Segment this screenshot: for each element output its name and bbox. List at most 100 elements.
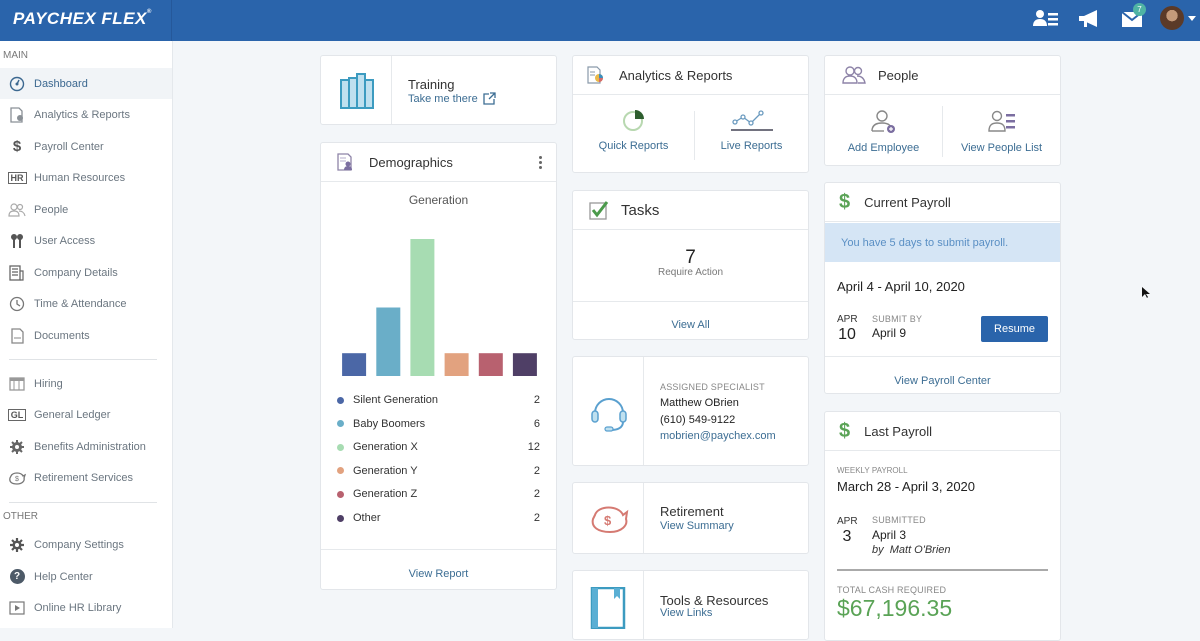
sidebar-item-label: Help Center	[34, 570, 93, 583]
card-divider	[391, 56, 392, 124]
card-divider	[321, 549, 556, 550]
legend-item: Silent Generation 2	[337, 392, 540, 408]
add-employee-button[interactable]: Add Employee	[825, 110, 942, 154]
view-summary-link[interactable]: View Summary	[660, 520, 734, 532]
payroll-type: WEEKLY PAYROLL	[837, 466, 908, 475]
sidebar-item-people[interactable]: People	[0, 194, 172, 225]
section-label-other: OTHER	[3, 511, 38, 522]
demographics-card: Demographics Generation Silent Generatio…	[320, 142, 557, 590]
submitted-by: by Matt O'Brien	[872, 544, 951, 556]
paychex-flex-logo[interactable]: PAYCHEX FLEX®	[13, 9, 152, 29]
legend-dot-icon	[337, 467, 344, 475]
piggy-bank-icon: $	[0, 471, 34, 485]
sidebar-item-benefits-administration[interactable]: Benefits Administration	[0, 431, 172, 462]
sidebar-item-label: Analytics & Reports	[34, 108, 130, 121]
view-links-link[interactable]: View Links	[660, 607, 712, 619]
sidebar-item-label: Company Settings	[34, 538, 124, 551]
add-person-icon	[870, 110, 897, 134]
demographics-icon	[337, 153, 355, 171]
legend-item: Generation Y 2	[337, 463, 540, 479]
avatar[interactable]	[1160, 6, 1184, 30]
submit-by-date: April 9	[872, 326, 907, 340]
tools-title: Tools & Resources	[660, 593, 769, 608]
sidebar-item-human-resources[interactable]: HR Human Resources	[0, 162, 172, 193]
sidebar-item-online-hr-library[interactable]: Online HR Library	[0, 592, 172, 623]
training-title: Training	[408, 77, 455, 92]
card-header: Analytics & Reports	[573, 56, 808, 95]
bar-generation-x[interactable]	[410, 239, 435, 376]
legend-dot-icon	[337, 490, 344, 498]
bar-generation-y[interactable]	[444, 353, 469, 376]
legend-dot-icon	[337, 443, 344, 451]
bar-other[interactable]	[512, 353, 537, 376]
card-divider	[825, 356, 1060, 357]
view-report-link[interactable]: View Report	[321, 564, 556, 582]
training-link[interactable]: Take me there	[408, 92, 496, 105]
bar-baby-boomers[interactable]	[376, 307, 401, 377]
specialist-phone: (610) 549-9122	[660, 414, 736, 426]
retirement-card: $ Retirement View Summary	[572, 482, 809, 554]
sidebar-item-label: Benefits Administration	[34, 440, 146, 453]
card-header: Demographics	[321, 143, 556, 182]
legend-item: Generation X 12	[337, 439, 540, 455]
gl-icon: GL	[0, 408, 34, 421]
quick-reports-button[interactable]: Quick Reports	[573, 108, 694, 152]
live-reports-button[interactable]: Live Reports	[695, 108, 808, 152]
library-icon	[0, 600, 34, 615]
people-list-icon	[987, 110, 1016, 134]
date-day: 3	[842, 528, 852, 545]
mouse-cursor-icon	[1142, 287, 1150, 298]
bar-silent-generation[interactable]	[342, 353, 367, 376]
legend-label: Generation Z	[353, 488, 418, 501]
current-payroll-card: $ Current Payroll You have 5 days to sub…	[824, 182, 1061, 394]
sidebar-item-label: Documents	[34, 329, 90, 342]
svg-text:$: $	[15, 476, 19, 483]
view-all-tasks-link[interactable]: View All	[573, 315, 808, 333]
sidebar-item-label: Online HR Library	[34, 601, 122, 614]
tasks-card: Tasks 7 Require Action View All	[572, 190, 809, 340]
sidebar-item-retirement-services[interactable]: $ Retirement Services	[0, 462, 172, 493]
people-icon	[842, 66, 866, 84]
piggy-bank-icon: $	[589, 503, 629, 535]
sidebar-item-general-ledger[interactable]: GL General Ledger	[0, 399, 172, 430]
clock-icon	[0, 296, 34, 312]
sidebar-item-company-details[interactable]: Company Details	[0, 257, 172, 288]
chevron-down-icon[interactable]	[1188, 16, 1196, 21]
sidebar-item-hiring[interactable]: Hiring	[0, 368, 172, 399]
resume-button[interactable]: Resume	[981, 316, 1048, 342]
dashboard-icon	[0, 76, 34, 92]
sidebar-item-analytics-reports[interactable]: Analytics & Reports	[0, 99, 172, 130]
sidebar-item-label: Dashboard	[34, 77, 88, 90]
benefits-icon	[0, 439, 34, 455]
sidebar-item-documents[interactable]: Documents	[0, 320, 172, 351]
document-icon	[0, 327, 34, 344]
people-list-icon[interactable]	[1033, 8, 1059, 32]
more-options-icon[interactable]	[539, 155, 542, 169]
date-month: APR	[837, 516, 858, 527]
sidebar-item-dashboard[interactable]: Dashboard	[0, 68, 172, 99]
sidebar-item-label: Hiring	[34, 377, 63, 390]
submitted-date: April 3	[872, 528, 907, 542]
view-people-list-button[interactable]: View People List	[943, 110, 1060, 154]
dollar-icon: $	[12, 138, 22, 155]
book-icon	[590, 587, 626, 629]
external-link-icon	[483, 92, 496, 105]
sidebar-item-user-access[interactable]: User Access	[0, 225, 172, 256]
sidebar-item-payroll-center[interactable]: $ Payroll Center	[0, 131, 172, 162]
sidebar-item-help-center[interactable]: ? Help Center	[0, 561, 172, 592]
messages-badge: 7	[1133, 3, 1146, 16]
view-payroll-center-link[interactable]: View Payroll Center	[825, 371, 1060, 389]
logo-area: PAYCHEX FLEX®	[0, 0, 172, 41]
analytics-reports-card: Analytics & Reports Quick Reports Live R…	[572, 55, 809, 173]
legend-item: Generation Z 2	[337, 486, 540, 502]
sidebar-item-label: Human Resources	[34, 171, 126, 184]
card-divider	[837, 569, 1048, 571]
section-label-main: MAIN	[3, 50, 28, 61]
specialist-email-link[interactable]: mobrien@paychex.com	[660, 430, 776, 442]
megaphone-icon[interactable]	[1077, 8, 1103, 32]
top-bar: PAYCHEX FLEX® 7	[0, 0, 1200, 41]
payroll-alert: You have 5 days to submit payroll.	[825, 223, 1060, 262]
sidebar-item-time-attendance[interactable]: Time & Attendance	[0, 288, 172, 319]
sidebar-item-company-settings[interactable]: Company Settings	[0, 529, 172, 560]
bar-generation-z[interactable]	[478, 353, 503, 376]
